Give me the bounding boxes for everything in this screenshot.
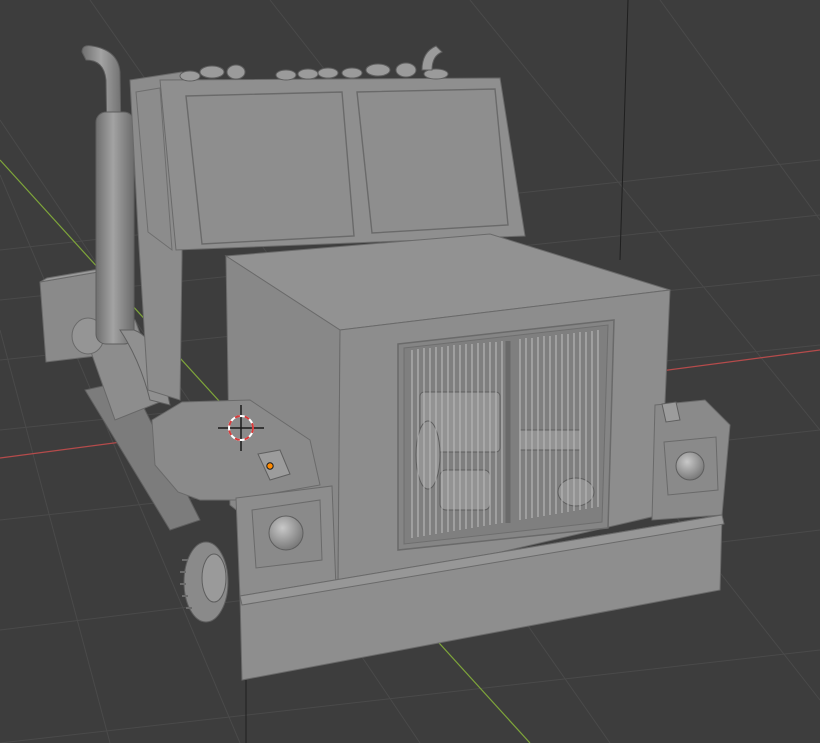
viewport-canvas[interactable]	[0, 0, 820, 743]
truck-model[interactable]	[39, 45, 731, 681]
windshield-left[interactable]	[185, 91, 355, 245]
object-origin-icon[interactable]	[266, 462, 274, 470]
right-headlight[interactable]	[675, 451, 705, 481]
z-axis-line	[619, 0, 629, 261]
left-headlight[interactable]	[268, 515, 304, 551]
muffler[interactable]	[95, 111, 135, 345]
3d-viewport[interactable]	[0, 0, 820, 743]
roof-lights[interactable]	[179, 45, 449, 82]
front-wheel-hub[interactable]	[180, 541, 229, 623]
windshield-right[interactable]	[356, 88, 509, 234]
